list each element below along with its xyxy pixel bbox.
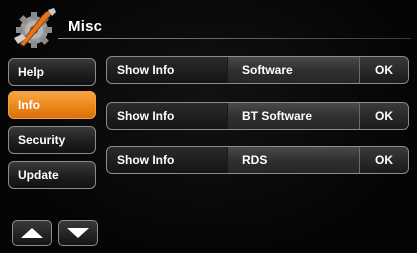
ok-button[interactable]: OK <box>359 147 408 173</box>
row-label: Show Info <box>117 153 175 167</box>
sidebar-item-label: Info <box>18 98 40 112</box>
gear-wrench-icon <box>14 8 56 48</box>
ok-button[interactable]: OK <box>359 103 408 129</box>
sidebar-item-update[interactable]: Update <box>8 161 96 189</box>
row-value: BT Software <box>227 103 360 129</box>
sidebar-item-label: Help <box>18 65 45 79</box>
sidebar-item-label: Security <box>18 133 66 147</box>
sidebar-item-info[interactable]: Info <box>8 91 96 119</box>
info-row-rds: Show Info RDS OK <box>106 146 409 174</box>
scroll-up-button[interactable] <box>12 220 52 246</box>
header-divider <box>58 38 411 39</box>
info-row-bt-software: Show Info BT Software OK <box>106 102 409 130</box>
row-label: Show Info <box>117 109 175 123</box>
arrow-up-icon <box>21 228 43 238</box>
scroll-down-button[interactable] <box>58 220 98 246</box>
row-value: RDS <box>227 147 360 173</box>
arrow-down-icon <box>67 228 89 238</box>
ok-button[interactable]: OK <box>359 57 408 83</box>
info-row-software: Show Info Software OK <box>106 56 409 84</box>
page-title: Misc <box>68 18 103 35</box>
screen: Misc Help Info Security Update Show Info… <box>0 0 417 253</box>
sidebar-item-help[interactable]: Help <box>8 58 96 86</box>
row-label: Show Info <box>117 63 175 77</box>
sidebar-item-label: Update <box>18 168 59 182</box>
sidebar-item-security[interactable]: Security <box>8 126 96 154</box>
row-value: Software <box>227 57 360 83</box>
